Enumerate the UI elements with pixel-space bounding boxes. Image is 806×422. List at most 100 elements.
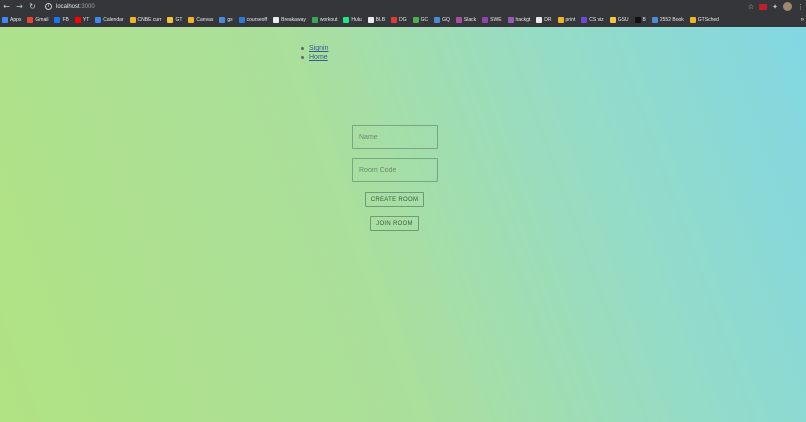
bookmark-favicon-icon: [343, 17, 350, 23]
nav-item-home: Home: [301, 53, 328, 62]
bookmark-label: CNBE curr: [137, 17, 162, 23]
avatar[interactable]: [783, 2, 792, 11]
bookmark-favicon-icon: [54, 17, 61, 23]
bookmark-label: FB: [62, 17, 69, 23]
bookmark-favicon-icon: [557, 17, 564, 23]
bookmark-favicon-icon: [2, 17, 8, 23]
bookmark-favicon-icon: [27, 17, 34, 23]
bookmark-favicon-icon: [238, 17, 245, 23]
create-room-button[interactable]: CREATE ROOM: [365, 192, 424, 207]
bookmark-favicon-icon: [634, 17, 641, 23]
bookmark-item[interactable]: CNBE curr: [129, 17, 162, 23]
bookmark-favicon-icon: [609, 17, 616, 23]
bookmark-favicon-icon: [311, 17, 318, 23]
bookmark-item[interactable]: GC: [412, 17, 429, 23]
bookmark-label: workout: [319, 17, 338, 23]
bookmark-label: GSU: [617, 17, 629, 23]
bookmark-label: 2552 Book: [659, 17, 684, 23]
bookmark-label: SWE: [490, 17, 502, 23]
bookmark-label: Gmail: [35, 17, 49, 23]
page-viewport: Signin Home CREATE ROOM JOIN ROOM: [0, 27, 806, 422]
back-icon[interactable]: ←: [0, 0, 13, 13]
bookmark-item[interactable]: GSU: [609, 17, 629, 23]
bookmark-favicon-icon: [689, 17, 696, 23]
bookmark-favicon-icon: [434, 17, 441, 23]
bookmark-item[interactable]: DR: [536, 17, 552, 23]
bookmark-favicon-icon: [412, 17, 419, 23]
bookmark-label: GTSched: [697, 17, 719, 23]
bookmark-favicon-icon: [482, 17, 489, 23]
bookmark-label: courseoff: [246, 17, 268, 23]
bookmark-favicon-icon: [455, 17, 462, 23]
bookmark-item[interactable]: GT: [167, 17, 182, 23]
bookmark-item[interactable]: GQ: [434, 17, 450, 23]
extension-icon[interactable]: [759, 3, 768, 10]
bookmark-favicon-icon: [188, 17, 195, 23]
bookmark-favicon-icon: [536, 17, 543, 23]
bookmark-item[interactable]: GTSched: [689, 17, 719, 23]
info-icon[interactable]: i: [45, 3, 52, 10]
bookmarks-more-button[interactable]: »: [801, 13, 804, 27]
bookmark-favicon-icon: [507, 17, 514, 23]
bookmark-item[interactable]: Apps: [2, 17, 21, 23]
bookmark-item[interactable]: Breakaway: [273, 17, 306, 23]
puzzle-icon[interactable]: ✦: [772, 3, 778, 11]
bookmark-favicon-icon: [581, 17, 588, 23]
browser-toolbar: ← → ↻ i localhost:3000 ☆ ✦ ⋮: [0, 0, 806, 13]
join-room-button[interactable]: JOIN ROOM: [370, 216, 419, 231]
bookmark-item[interactable]: gs: [219, 17, 233, 23]
bookmark-item[interactable]: courseoff: [238, 17, 268, 23]
bookmark-item[interactable]: YT: [74, 17, 90, 23]
bookmark-label: gs: [227, 17, 233, 23]
bookmark-label: GC: [420, 17, 429, 23]
bookmark-item[interactable]: BLB: [367, 17, 386, 23]
bookmark-item[interactable]: 2552 Book: [651, 17, 684, 23]
bookmark-label: print: [565, 17, 576, 23]
room-code-input[interactable]: [352, 158, 438, 182]
bookmark-item[interactable]: SWE: [482, 17, 502, 23]
menu-icon[interactable]: ⋮: [797, 3, 804, 11]
toolbar-actions: ☆ ✦ ⋮: [748, 0, 804, 13]
bookmark-favicon-icon: [74, 17, 81, 23]
bookmark-label: hackgt: [515, 17, 531, 23]
bookmark-item[interactable]: print: [557, 17, 576, 23]
name-input[interactable]: [352, 125, 438, 149]
signin-link[interactable]: Signin: [309, 44, 328, 53]
nav-item-signin: Signin: [301, 44, 328, 53]
bookmark-label: DG: [399, 17, 407, 23]
bookmark-favicon-icon: [273, 17, 280, 23]
bookmark-label: GQ: [442, 17, 450, 23]
bookmark-label: Slack: [463, 17, 477, 23]
bookmark-item[interactable]: CS viz: [581, 17, 604, 23]
home-link[interactable]: Home: [309, 53, 328, 62]
address-bar[interactable]: i localhost:3000: [45, 1, 95, 12]
bookmark-item[interactable]: workout: [311, 17, 338, 23]
bookmark-item[interactable]: Gmail: [27, 17, 48, 23]
bookmark-label: Hulu: [351, 17, 362, 23]
bookmark-item[interactable]: DG: [391, 17, 407, 23]
bookmark-label: B: [642, 17, 646, 23]
reload-icon[interactable]: ↻: [26, 0, 39, 13]
bookmark-label: YT: [82, 17, 90, 23]
bookmark-label: Breakaway: [281, 17, 306, 23]
bookmark-item[interactable]: B: [634, 17, 646, 23]
bookmark-item[interactable]: Hulu: [343, 17, 362, 23]
bookmark-label: DR: [544, 17, 552, 23]
bookmark-label: GT: [175, 17, 183, 23]
bookmark-label: CS viz: [589, 17, 604, 23]
bookmark-item[interactable]: Slack: [455, 17, 477, 23]
url-text[interactable]: localhost:3000: [56, 4, 95, 10]
bookmark-favicon-icon: [651, 17, 658, 23]
bookmark-item[interactable]: hackgt: [507, 17, 531, 23]
forward-icon[interactable]: →: [13, 0, 26, 13]
star-icon[interactable]: ☆: [748, 3, 754, 11]
bookmark-favicon-icon: [95, 17, 102, 23]
bookmark-favicon-icon: [129, 17, 136, 23]
bookmark-label: Calendar: [103, 17, 124, 23]
bookmark-label: BLB: [375, 17, 386, 23]
bookmark-item[interactable]: Canvas: [188, 17, 213, 23]
bookmark-item[interactable]: Calendar: [95, 17, 124, 23]
bookmark-favicon-icon: [391, 17, 398, 23]
bookmarks-bar: Apps Gmail FB YT Calendar CNBE curr GT Canvas gs…: [0, 13, 806, 27]
bookmark-item[interactable]: FB: [54, 17, 69, 23]
